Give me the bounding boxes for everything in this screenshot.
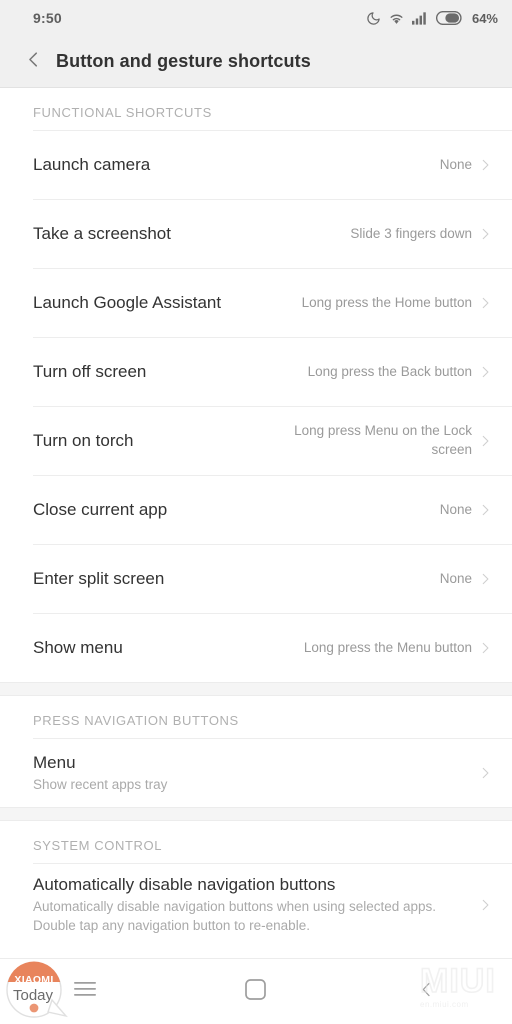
row-main: Launch Google Assistant	[33, 292, 302, 313]
status-icons: 64%	[366, 11, 498, 26]
row-title: Menu	[33, 752, 76, 772]
row-title: Launch Google Assistant	[33, 293, 222, 313]
title-bar: Button and gesture shortcuts	[0, 36, 512, 88]
chevron-right-icon	[472, 158, 498, 172]
row-title: Launch camera	[33, 155, 151, 175]
nav-home-button[interactable]	[221, 967, 291, 1017]
navigation-bar: XIAOMI Today MIUI en.miui.com	[0, 958, 512, 1024]
section-system-control: SYSTEM CONTROL Automatically disable nav…	[0, 821, 512, 946]
row-subtitle: Show recent apps tray	[33, 776, 168, 792]
row-main: Turn off screen	[33, 361, 308, 382]
back-button[interactable]	[16, 45, 50, 79]
row-take-a-screenshot[interactable]: Take a screenshot Slide 3 fingers down	[0, 200, 512, 268]
row-value: None	[439, 156, 472, 172]
home-icon	[245, 978, 267, 1005]
row-value: None	[439, 501, 472, 517]
row-menu[interactable]: Menu Show recent apps tray	[0, 739, 512, 807]
row-close-current-app[interactable]: Close current app None	[0, 476, 512, 544]
chevron-right-icon	[472, 641, 498, 655]
section-header-system-control: SYSTEM CONTROL	[0, 821, 512, 863]
row-title: Take a screenshot	[33, 224, 171, 244]
row-main: Menu Show recent apps tray	[33, 752, 472, 795]
row-title: Turn off screen	[33, 362, 147, 382]
row-title: Enter split screen	[33, 569, 165, 589]
row-turn-off-screen[interactable]: Turn off screen Long press the Back butt…	[0, 338, 512, 406]
row-value: Long press the Back button	[307, 363, 472, 379]
section-header-navigation: PRESS NAVIGATION BUTTONS	[0, 696, 512, 738]
svg-text:XIAOMI: XIAOMI	[14, 974, 53, 986]
status-time: 9:50	[33, 10, 62, 26]
row-title: Automatically disable navigation buttons	[33, 875, 336, 894]
row-main: Automatically disable navigation buttons…	[33, 874, 472, 936]
row-show-menu[interactable]: Show menu Long press the Menu button	[0, 614, 512, 682]
section-separator	[0, 807, 512, 821]
row-value: None	[439, 570, 472, 586]
chevron-right-icon	[472, 365, 498, 379]
chevron-right-icon	[472, 503, 498, 517]
signal-bars-icon	[411, 11, 429, 25]
status-bar: 9:50 64%	[0, 0, 512, 36]
settings-list[interactable]: FUNCTIONAL SHORTCUTS Launch camera None …	[0, 88, 512, 958]
menu-icon	[74, 980, 97, 1003]
row-main: Launch camera	[33, 154, 440, 175]
nav-menu-button[interactable]	[50, 967, 120, 1017]
page-title: Button and gesture shortcuts	[56, 51, 311, 71]
row-launch-camera[interactable]: Launch camera None	[0, 131, 512, 199]
chevron-right-icon	[472, 766, 498, 780]
row-main: Close current app	[33, 499, 440, 520]
row-subtitle: Automatically disable navigation buttons…	[33, 899, 437, 933]
chevron-right-icon	[472, 434, 498, 448]
row-title: Show menu	[33, 638, 123, 658]
row-enter-split-screen[interactable]: Enter split screen None	[0, 545, 512, 613]
chevron-right-icon	[472, 572, 498, 586]
battery-percent: 64%	[471, 10, 498, 26]
battery-icon	[435, 11, 464, 25]
chevron-right-icon	[472, 227, 498, 241]
chevron-right-icon	[472, 898, 498, 912]
dnd-moon-icon	[366, 11, 381, 26]
row-main: Take a screenshot	[33, 223, 350, 244]
row-title: Turn on torch	[33, 431, 134, 451]
section-press-navigation-buttons: PRESS NAVIGATION BUTTONS Menu Show recen…	[0, 696, 512, 807]
row-turn-on-torch[interactable]: Turn on torch Long press Menu on the Loc…	[0, 407, 512, 475]
row-value: Long press Menu on the Lock screen	[294, 423, 472, 457]
back-icon	[418, 980, 435, 1004]
row-value: Slide 3 fingers down	[350, 225, 472, 241]
phone-screen: 9:50 64% Button and gesture shortcuts FU…	[0, 0, 512, 1024]
section-header-functional: FUNCTIONAL SHORTCUTS	[0, 88, 512, 130]
nav-back-button[interactable]	[392, 967, 462, 1017]
row-auto-disable-navigation-buttons[interactable]: Automatically disable navigation buttons…	[0, 864, 512, 946]
row-title: Close current app	[33, 500, 168, 520]
row-main: Enter split screen	[33, 568, 440, 589]
row-main: Show menu	[33, 637, 304, 658]
section-functional-shortcuts: FUNCTIONAL SHORTCUTS Launch camera None …	[0, 88, 512, 682]
section-separator	[0, 682, 512, 696]
row-value: Long press the Menu button	[303, 639, 472, 655]
row-main: Turn on torch	[33, 430, 282, 451]
wifi-icon	[388, 11, 405, 26]
chevron-left-icon	[24, 50, 43, 74]
row-launch-google-assistant[interactable]: Launch Google Assistant Long press the H…	[0, 269, 512, 337]
row-value: Long press the Home button	[301, 294, 472, 310]
chevron-right-icon	[472, 296, 498, 310]
svg-text:Today: Today	[13, 987, 54, 1004]
